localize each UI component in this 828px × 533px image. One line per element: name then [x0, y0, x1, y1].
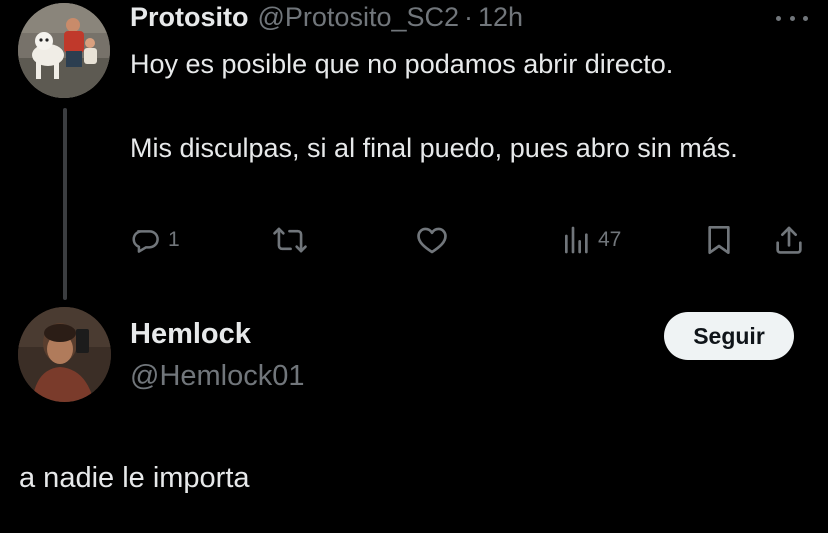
views-button[interactable]: 47: [562, 222, 621, 258]
hemlock-avatar[interactable]: [18, 307, 111, 402]
protosito-avatar[interactable]: [18, 3, 110, 98]
reply-author-handle[interactable]: @Hemlock01: [130, 360, 305, 393]
author-handle[interactable]: @Protosito_SC2: [258, 2, 460, 33]
retweet-button[interactable]: [272, 222, 308, 258]
reply-count: 1: [168, 228, 180, 251]
author-name[interactable]: Protosito: [130, 2, 249, 33]
bookmark-icon: [705, 224, 733, 256]
heart-icon: [415, 224, 449, 256]
follow-button[interactable]: Seguir: [664, 312, 794, 360]
reply-body: a nadie le importa: [19, 462, 250, 494]
tweet-text-line: Mis disculpas, si al final puedo, pues a…: [130, 133, 738, 163]
share-button[interactable]: [773, 222, 805, 258]
tweet-time[interactable]: 12h: [478, 2, 523, 33]
tweet-thread: Protosito @Protosito_SC2 · 12h Hoy es po…: [0, 0, 828, 533]
bookmark-button[interactable]: [705, 222, 733, 258]
reply-author-name[interactable]: Hemlock: [130, 318, 251, 351]
tweet-body: Hoy es posible que no podamos abrir dire…: [130, 44, 810, 168]
tweet-header: Protosito @Protosito_SC2 · 12h: [130, 2, 523, 36]
reply-button[interactable]: 1: [130, 222, 180, 258]
views-icon: [562, 224, 592, 256]
separator-dot: ·: [464, 2, 473, 32]
views-count: 47: [598, 228, 622, 251]
more-options-icon[interactable]: [776, 8, 808, 28]
like-button[interactable]: [415, 222, 449, 258]
reply-icon: [130, 224, 162, 256]
tweet-text-line: Hoy es posible que no podamos abrir dire…: [130, 49, 674, 79]
retweet-icon: [272, 224, 308, 256]
thread-connector-line: [63, 108, 67, 300]
share-icon: [773, 224, 805, 256]
